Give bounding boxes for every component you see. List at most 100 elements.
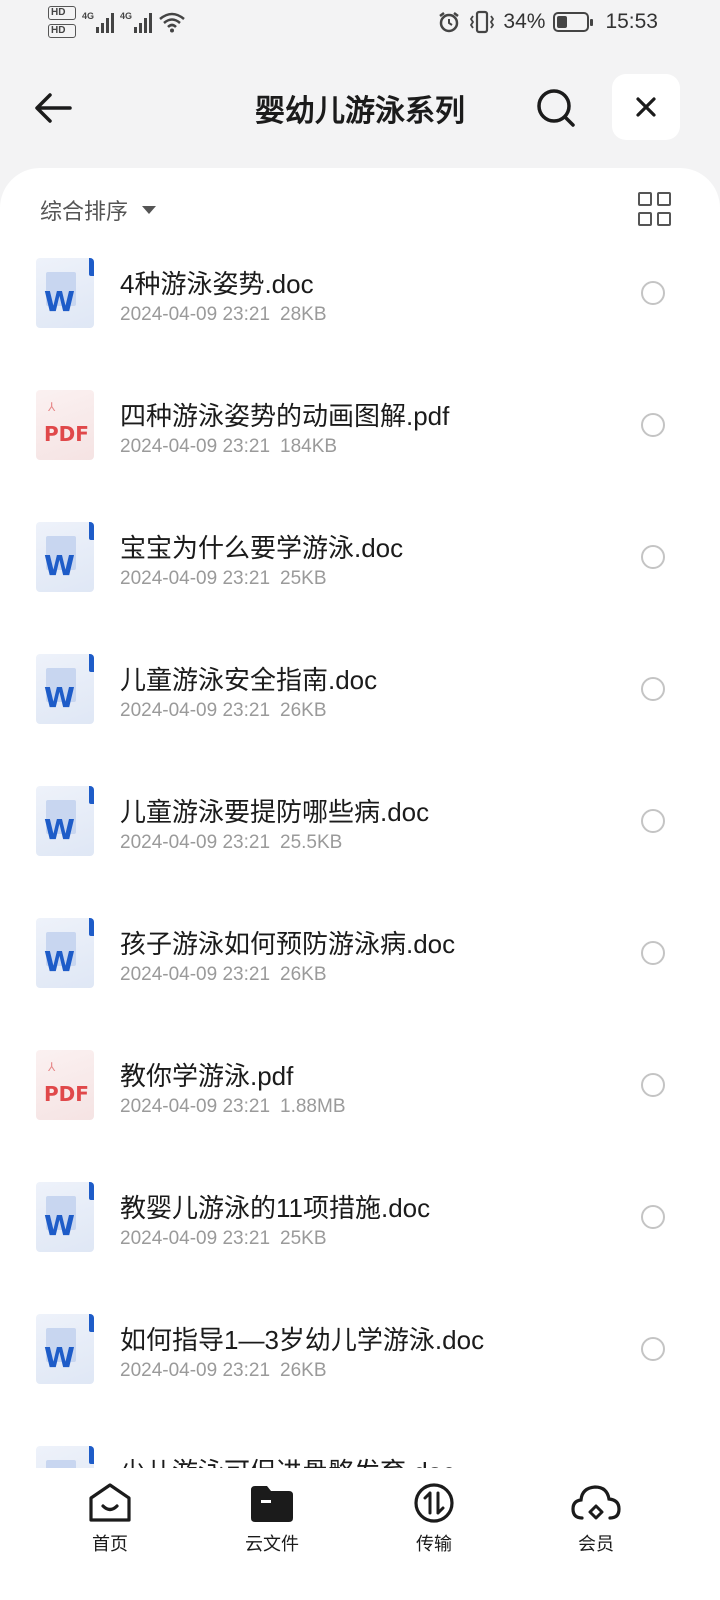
status-left: HD HD 4G 4G [48, 6, 186, 38]
file-meta: 2024-04-09 23:21 25KB [120, 568, 327, 590]
grid-view-button[interactable] [638, 192, 672, 226]
cloud-icon [571, 1485, 621, 1520]
file-type-glyph: W [44, 1341, 75, 1374]
app-header: 婴幼儿游泳系列 [0, 56, 720, 166]
file-type-glyph: W [44, 945, 75, 978]
signal-icon-2: 4G [120, 11, 153, 33]
file-name: 教婴儿游泳的11项措施.doc [120, 1193, 431, 1223]
file-meta: 2024-04-09 23:21 184KB [120, 436, 337, 458]
file-row[interactable]: ⅄ PDF 教你学游泳.pdf 2024-04-09 23:21 1.88MB [0, 1050, 720, 1182]
pdf-file-icon: ⅄ PDF [36, 1050, 94, 1120]
file-row[interactable]: ⅄ PDF 四种游泳姿势的动画图解.pdf 2024-04-09 23:21 184KB [0, 390, 720, 522]
file-type-glyph: W [44, 1209, 75, 1242]
word-file-icon: W [36, 918, 94, 988]
file-date: 2024-04-09 23:21 [120, 1096, 271, 1117]
file-date: 2024-04-09 23:21 [120, 568, 271, 589]
file-name: 孩子游泳如何预防游泳病.doc [120, 929, 456, 959]
nav-cloud-files-label: 云文件 [245, 1534, 299, 1554]
network-type-2: 4G [120, 11, 133, 21]
file-type-glyph: W [44, 549, 75, 582]
network-type-1: 4G [82, 11, 95, 21]
status-right: 34% 15:53 [437, 10, 658, 34]
file-type-glyph: W [44, 285, 75, 318]
file-size: 25KB [280, 1228, 327, 1249]
battery-percent: 34% [503, 10, 546, 33]
sort-dropdown[interactable]: 综合排序 [40, 194, 157, 226]
file-name: 四种游泳姿势的动画图解.pdf [120, 401, 450, 431]
wifi-icon [159, 12, 185, 33]
transfer-icon [414, 1483, 454, 1523]
word-file-icon: W [36, 258, 94, 328]
select-radio[interactable] [641, 281, 665, 305]
word-file-icon: W [36, 786, 94, 856]
file-row[interactable]: W 宝宝为什么要学游泳.doc 2024-04-09 23:21 25KB [0, 522, 720, 654]
pdf-file-icon: ⅄ PDF [36, 390, 94, 460]
file-name: 宝宝为什么要学游泳.doc [120, 533, 404, 563]
file-list: W 4种游泳姿势.doc 2024-04-09 23:21 28KB ⅄ PDF 四种游泳姿… [0, 258, 720, 1468]
file-name: 少儿游泳可促进骨骼发育.doc [120, 1452, 455, 1468]
file-row[interactable]: W 少儿游泳可促进骨骼发育.doc [0, 1446, 720, 1468]
file-row[interactable]: W 儿童游泳要提防哪些病.doc 2024-04-09 23:21 25.5KB [0, 786, 720, 918]
select-radio[interactable] [641, 1205, 665, 1229]
file-size: 25KB [280, 568, 327, 589]
nav-member-label: 会员 [578, 1534, 614, 1554]
file-name: 儿童游泳要提防哪些病.doc [120, 797, 430, 827]
bottom-nav: 首页 云文件 传输 会员 [0, 1468, 720, 1600]
acrobat-mark-icon: ⅄ [48, 400, 56, 414]
file-row[interactable]: W 孩子游泳如何预防游泳病.doc 2024-04-09 23:21 26KB [0, 918, 720, 1050]
file-meta: 2024-04-09 23:21 1.88MB [120, 1096, 346, 1118]
file-type-glyph: PDF [44, 422, 89, 446]
file-size: 26KB [280, 1360, 327, 1381]
file-date: 2024-04-09 23:21 [120, 964, 271, 985]
folder-icon [251, 1486, 293, 1522]
file-meta: 2024-04-09 23:21 25.5KB [120, 832, 342, 854]
nav-transfer-label: 传输 [416, 1534, 452, 1554]
close-icon [636, 97, 656, 117]
word-file-icon: W [36, 654, 94, 724]
battery-fill [557, 16, 567, 28]
file-row[interactable]: W 儿童游泳安全指南.doc 2024-04-09 23:21 26KB [0, 654, 720, 786]
select-radio[interactable] [641, 1073, 665, 1097]
file-meta: 2024-04-09 23:21 26KB [120, 700, 327, 722]
hd-indicators: HD HD [48, 6, 76, 38]
file-type-glyph: PDF [44, 1082, 89, 1106]
hd-badge-1: HD [48, 6, 76, 20]
file-date: 2024-04-09 23:21 [120, 436, 271, 457]
grid-view-icon [638, 192, 652, 206]
file-size: 26KB [280, 964, 327, 985]
nav-home[interactable]: 首页 [60, 1482, 160, 1556]
select-radio[interactable] [641, 545, 665, 569]
file-row[interactable]: W 如何指导1—3岁幼儿学游泳.doc 2024-04-09 23:21 26KB [0, 1314, 720, 1446]
select-radio[interactable] [641, 1337, 665, 1361]
file-name: 如何指导1—3岁幼儿学游泳.doc [120, 1325, 485, 1355]
select-radio[interactable] [641, 677, 665, 701]
file-meta: 2024-04-09 23:21 26KB [120, 964, 327, 986]
file-name: 4种游泳姿势.doc [120, 269, 314, 299]
nav-member[interactable]: 会员 [546, 1482, 646, 1556]
nav-transfer[interactable]: 传输 [384, 1482, 484, 1556]
file-size: 184KB [280, 436, 338, 457]
select-radio[interactable] [641, 941, 665, 965]
vibrate-icon [470, 10, 495, 34]
file-size: 25.5KB [280, 832, 343, 853]
home-icon [89, 1483, 131, 1522]
word-file-icon: W [36, 522, 94, 592]
select-radio[interactable] [641, 809, 665, 833]
search-button[interactable] [532, 84, 580, 132]
nav-home-label: 首页 [92, 1534, 128, 1554]
file-name: 教你学游泳.pdf [120, 1061, 294, 1091]
close-button[interactable] [612, 74, 680, 140]
file-row[interactable]: W 教婴儿游泳的11项措施.doc 2024-04-09 23:21 25KB [0, 1182, 720, 1314]
file-type-glyph: W [44, 813, 75, 846]
file-list-card: 综合排序 W 4种游泳姿势.doc 2024-04-09 23:21 28KB ⅄ PDF… [0, 168, 720, 1468]
caret-down-icon [142, 206, 157, 214]
file-row[interactable]: W 4种游泳姿势.doc 2024-04-09 23:21 28KB [0, 258, 720, 390]
nav-cloud-files[interactable]: 云文件 [222, 1482, 322, 1556]
file-date: 2024-04-09 23:21 [120, 1228, 271, 1249]
select-radio[interactable] [641, 413, 665, 437]
file-meta: 2024-04-09 23:21 28KB [120, 304, 327, 326]
file-date: 2024-04-09 23:21 [120, 832, 271, 853]
file-date: 2024-04-09 23:21 [120, 700, 271, 721]
file-size: 28KB [280, 304, 327, 325]
battery-icon [553, 12, 594, 32]
